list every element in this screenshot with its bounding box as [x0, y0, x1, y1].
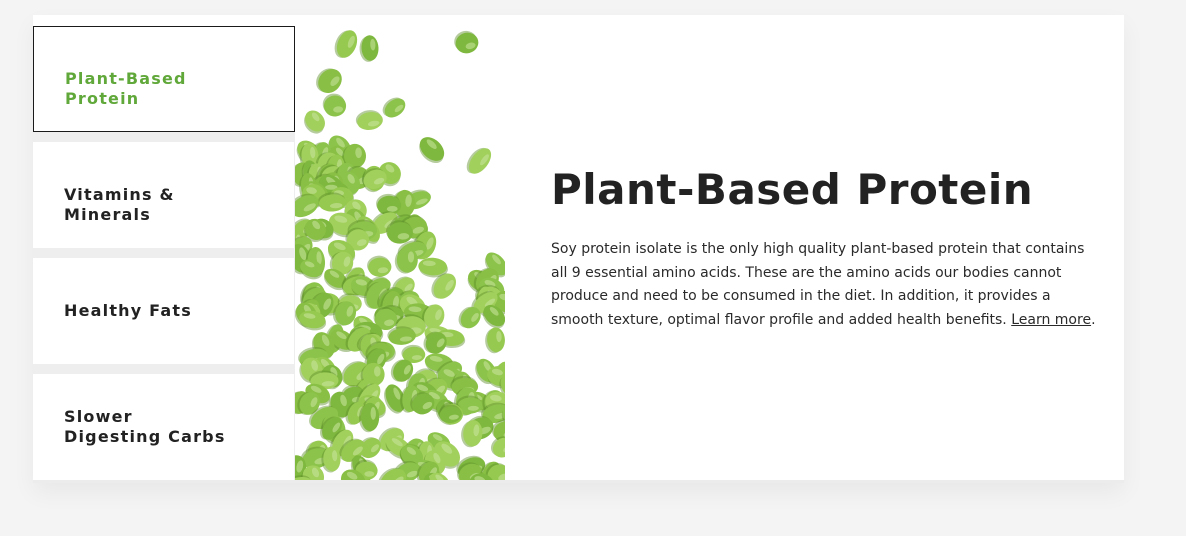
- edamame-image: [295, 26, 505, 480]
- description-period: .: [1091, 311, 1096, 328]
- tab-label: Plant-Based Protein: [65, 69, 187, 108]
- nutrition-feature-card: Plant-Based Protein Vitamins & Minerals …: [33, 15, 1124, 483]
- tab-label: Healthy Fats: [64, 301, 192, 320]
- description-text: Soy protein isolate is the only high qua…: [551, 241, 1085, 328]
- content-description: Soy protein isolate is the only high qua…: [551, 238, 1096, 332]
- edamame-beans-illustration: [295, 26, 505, 480]
- tab-label: Slower Digesting Carbs: [64, 407, 226, 446]
- tab-vitamins-minerals[interactable]: Vitamins & Minerals: [33, 142, 294, 248]
- card-bottom-edge: [33, 480, 1124, 483]
- tab-plant-based-protein[interactable]: Plant-Based Protein: [33, 26, 295, 132]
- nutrient-tab-list: Plant-Based Protein Vitamins & Minerals …: [33, 26, 295, 480]
- tab-healthy-fats[interactable]: Healthy Fats: [33, 258, 294, 364]
- tab-label: Vitamins & Minerals: [64, 185, 175, 224]
- tab-slower-digesting-carbs[interactable]: Slower Digesting Carbs: [33, 374, 294, 480]
- content-title: Plant-Based Protein: [551, 165, 1034, 214]
- learn-more-link[interactable]: Learn more: [1011, 312, 1091, 328]
